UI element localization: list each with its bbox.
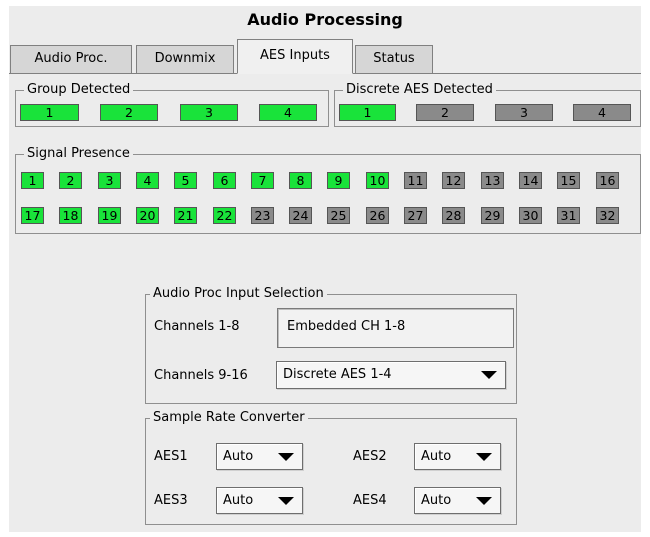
- signal-indicator: 7: [251, 172, 274, 189]
- signal-indicator: 27: [404, 207, 427, 224]
- aes4-select[interactable]: Auto: [414, 487, 501, 514]
- signal-indicator: 6: [213, 172, 236, 189]
- signal-presence-box: Signal Presence 1 2 3 4 5 6 7 8 9 10 11 12 13 14 15 16 …: [15, 146, 641, 234]
- aes3-select[interactable]: Auto: [216, 487, 303, 514]
- signal-indicator: 32: [596, 207, 619, 224]
- tab-downmix[interactable]: Downmix: [136, 45, 234, 74]
- chevron-down-icon: [278, 452, 294, 461]
- chevron-down-icon: [476, 496, 492, 505]
- signal-indicator: 2: [59, 172, 82, 189]
- tab-aes-inputs[interactable]: AES Inputs: [237, 39, 353, 74]
- signal-indicator: 14: [519, 172, 542, 189]
- tab-audio-proc[interactable]: Audio Proc.: [10, 45, 132, 74]
- aes1-select[interactable]: Auto: [216, 443, 303, 470]
- signal-row-1: 1 2 3 4 5 6 7 8 9 10 11 12 13 14 15 16: [21, 172, 631, 189]
- tab-status[interactable]: Status: [355, 45, 433, 74]
- discrete-aes-detected-box: Discrete AES Detected 1 2 3 4: [334, 82, 641, 127]
- aes3-label: AES3: [154, 493, 188, 508]
- group-indicator-3: 3: [180, 104, 238, 121]
- chevron-down-icon: [476, 452, 492, 461]
- signal-indicator: 25: [327, 207, 350, 224]
- aes2-value: Auto: [421, 449, 452, 464]
- group-indicator-4: 4: [259, 104, 317, 121]
- chevron-down-icon: [278, 496, 294, 505]
- signal-indicator: 3: [98, 172, 121, 189]
- chevron-down-icon: [481, 371, 497, 379]
- signal-indicator: 29: [481, 207, 504, 224]
- signal-indicator: 30: [519, 207, 542, 224]
- signal-indicator: 12: [442, 172, 465, 189]
- signal-indicator: 17: [21, 207, 44, 224]
- signal-indicator: 28: [442, 207, 465, 224]
- signal-indicator: 22: [213, 207, 236, 224]
- signal-row-2: 17 18 19 20 21 22 23 24 25 26 27 28 29 30 31 32: [21, 207, 631, 224]
- signal-indicator: 24: [289, 207, 312, 224]
- aes1-value: Auto: [223, 449, 254, 464]
- signal-indicator: 23: [251, 207, 274, 224]
- input-selection-legend: Audio Proc Input Selection: [150, 286, 327, 302]
- input-selection-box: Audio Proc Input Selection Channels 1-8 …: [145, 286, 517, 404]
- signal-indicator: 31: [557, 207, 580, 224]
- signal-indicator: 19: [98, 207, 121, 224]
- signal-indicator: 11: [404, 172, 427, 189]
- discrete-indicator-3: 3: [495, 104, 553, 121]
- group-detected-box: Group Detected 1 2 3 4: [15, 82, 329, 127]
- signal-indicator: 4: [136, 172, 159, 189]
- signal-indicator: 8: [289, 172, 312, 189]
- panel-title: Audio Processing: [247, 10, 403, 29]
- src-box: Sample Rate Converter AES1 Auto AES2 Aut…: [145, 410, 517, 525]
- signal-indicator: 26: [366, 207, 389, 224]
- channels-1-8-field: Embedded CH 1-8: [277, 308, 514, 348]
- aes3-value: Auto: [223, 493, 254, 508]
- aes1-label: AES1: [154, 449, 188, 464]
- signal-indicator: 16: [596, 172, 619, 189]
- signal-presence-legend: Signal Presence: [24, 146, 133, 162]
- aes4-value: Auto: [421, 493, 452, 508]
- audio-processing-panel: Audio Processing Audio Proc. Downmix Sta…: [9, 6, 641, 532]
- discrete-indicator-2: 2: [416, 104, 474, 121]
- signal-indicator: 1: [21, 172, 44, 189]
- signal-indicator: 15: [557, 172, 580, 189]
- discrete-aes-detected-legend: Discrete AES Detected: [343, 82, 496, 98]
- signal-indicator: 10: [366, 172, 389, 189]
- aes2-label: AES2: [353, 449, 387, 464]
- signal-indicator: 20: [136, 207, 159, 224]
- channels-1-8-label: Channels 1-8: [154, 319, 240, 334]
- discrete-indicator-1: 1: [339, 104, 396, 121]
- signal-indicator: 9: [327, 172, 350, 189]
- src-legend: Sample Rate Converter: [150, 410, 308, 426]
- aes2-select[interactable]: Auto: [414, 443, 501, 470]
- channels-9-16-label: Channels 9-16: [154, 368, 248, 383]
- signal-indicator: 5: [174, 172, 197, 189]
- group-indicator-1: 1: [20, 104, 79, 121]
- channels-9-16-value: Discrete AES 1-4: [283, 367, 392, 382]
- signal-indicator: 18: [59, 207, 82, 224]
- channels-9-16-select[interactable]: Discrete AES 1-4: [276, 361, 506, 389]
- group-detected-legend: Group Detected: [24, 82, 134, 98]
- signal-indicator: 21: [174, 207, 197, 224]
- aes4-label: AES4: [353, 493, 387, 508]
- discrete-indicator-4: 4: [573, 104, 631, 121]
- signal-indicator: 13: [481, 172, 504, 189]
- group-indicator-2: 2: [100, 104, 158, 121]
